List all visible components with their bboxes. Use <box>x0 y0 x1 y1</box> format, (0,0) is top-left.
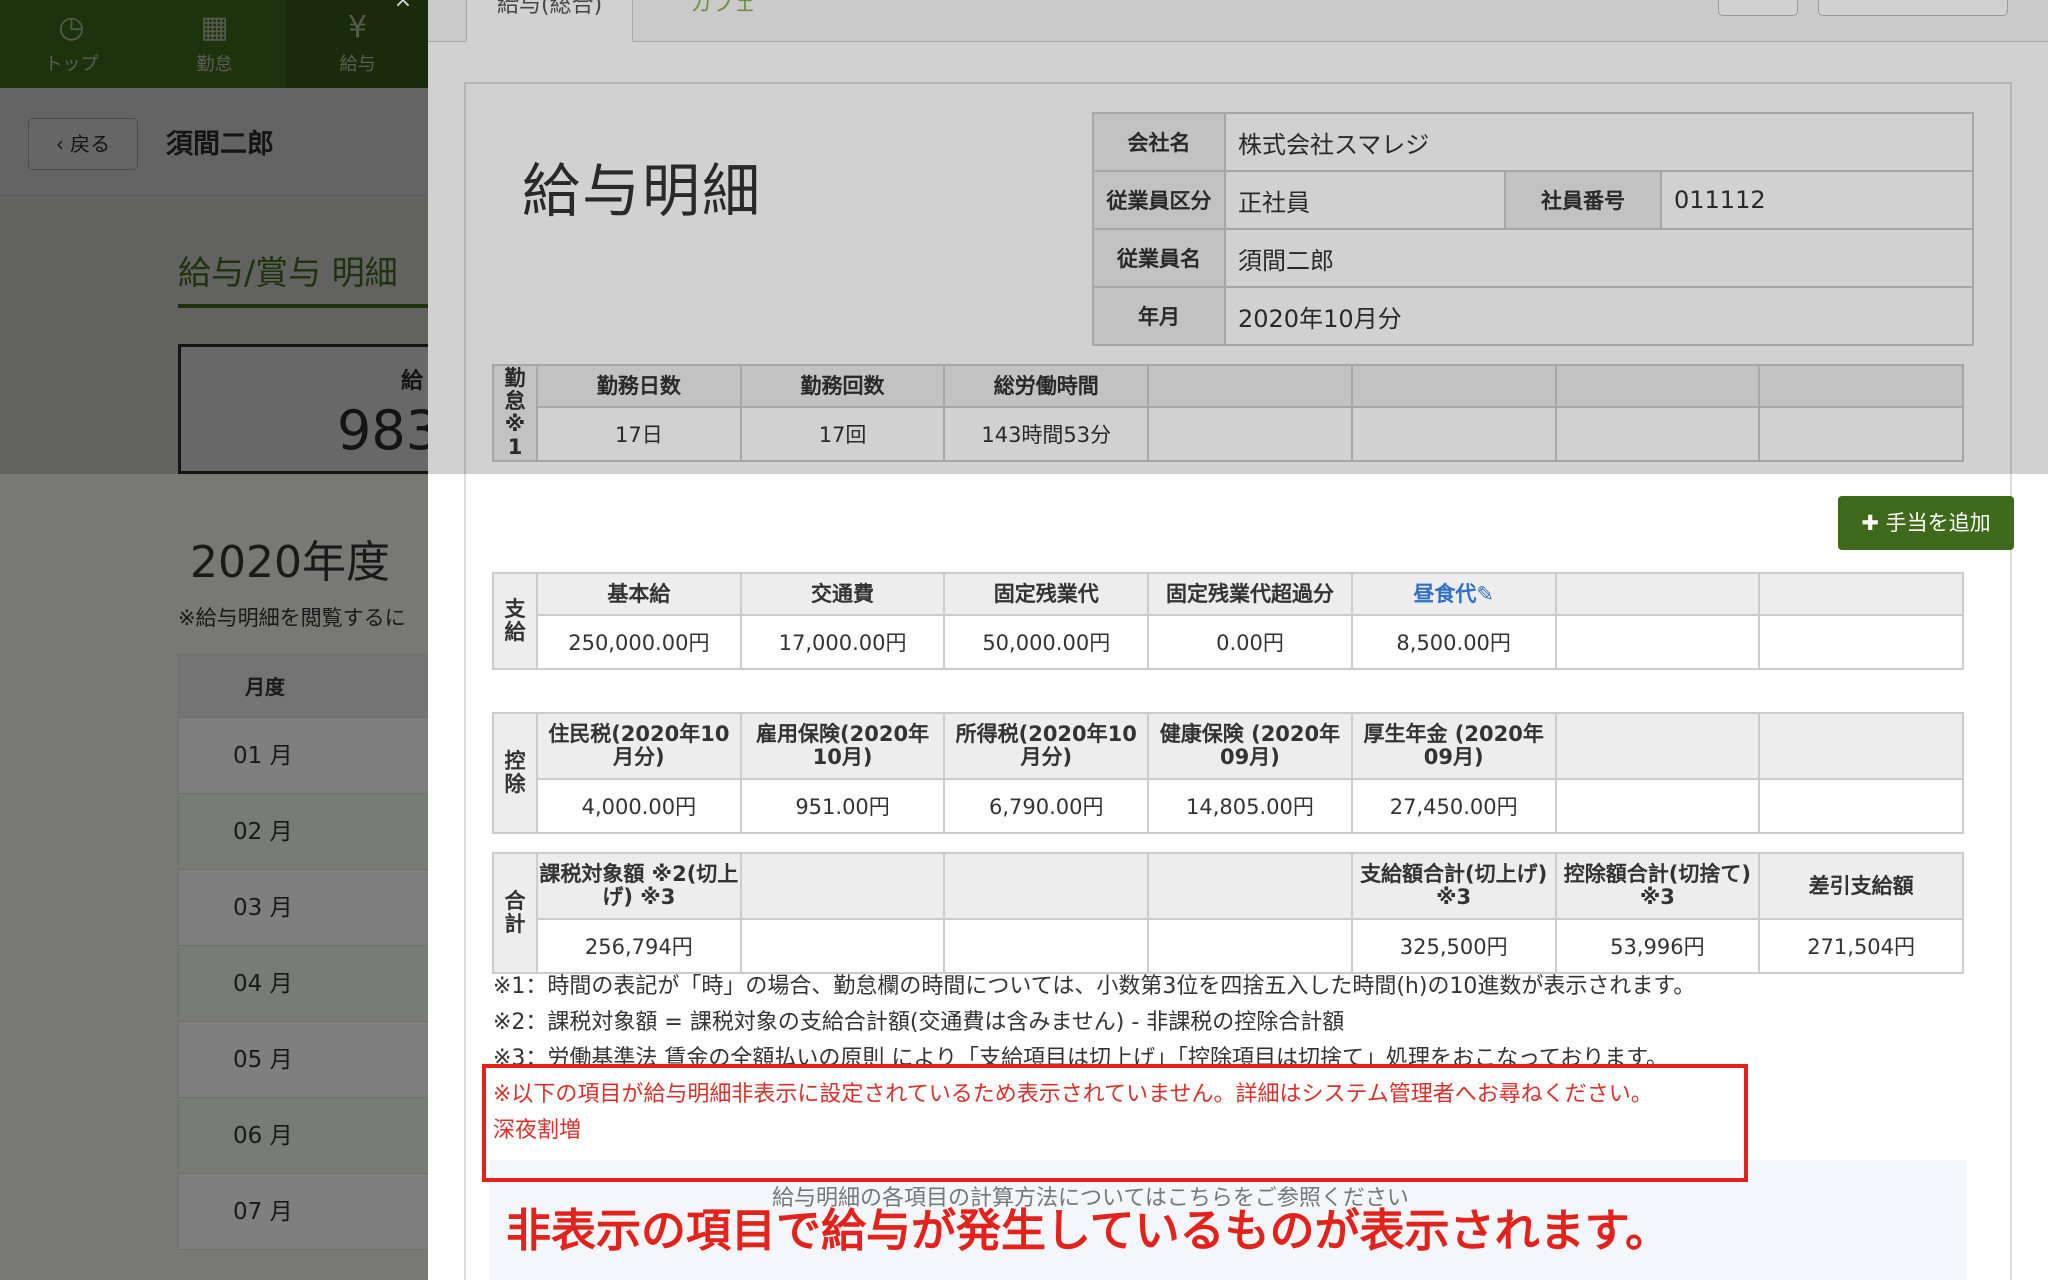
table-cell: 53,996円 <box>1554 918 1761 974</box>
table-header <box>1554 712 1761 780</box>
callout-text: 非表示の項目で給与が発生しているものが表示されます。 <box>506 1204 1671 1257</box>
table-header: 支給額合計(切上げ) ※3 <box>1350 852 1557 920</box>
table-cell: 951.00円 <box>739 778 946 834</box>
note-2: ※2：課税対象額 = 課税対象の支給合計額(交通費は含みません) - 非課税の控… <box>493 1010 1345 1035</box>
table-header: 控除額合計(切捨て) ※3 <box>1554 852 1761 920</box>
table-cell <box>1554 778 1761 834</box>
deduction-side-label: 控 除 <box>492 712 538 834</box>
table-cell: 8,500.00円 <box>1350 614 1557 670</box>
table-header: 課税対象額 ※2(切上げ) ※3 <box>536 852 742 920</box>
table-cell <box>943 918 1150 974</box>
payment-side-label: 支 給 <box>492 572 538 670</box>
table-header: 交通費 <box>739 572 946 616</box>
total-table: 合 計 課税対象額 ※2(切上げ) ※3 支給額合計(切上げ) ※3 控除額合計… <box>492 852 1964 974</box>
table-header: 固定残業代超過分 <box>1147 572 1353 616</box>
table-header <box>1554 572 1761 616</box>
table-header: 雇用保険(2020年10月) <box>739 712 946 780</box>
table-cell <box>739 918 946 974</box>
pencil-icon: ✎ <box>1476 581 1494 606</box>
table-cell: 4,000.00円 <box>536 778 742 834</box>
table-header: 健康保険 (2020年09月) <box>1147 712 1353 780</box>
table-cell: 271,504円 <box>1758 918 1964 974</box>
table-cell <box>1758 614 1964 670</box>
table-cell: 0.00円 <box>1147 614 1353 670</box>
table-header: 厚生年金 (2020年09月) <box>1350 712 1557 780</box>
table-cell: 325,500円 <box>1350 918 1557 974</box>
table-cell <box>1554 614 1761 670</box>
table-header <box>1758 712 1964 780</box>
table-cell: 17,000.00円 <box>739 614 946 670</box>
table-header: 差引支給額 <box>1758 852 1964 920</box>
table-header: 住民税(2020年10月分) <box>536 712 742 780</box>
table-cell: 6,790.00円 <box>943 778 1150 834</box>
add-allowance-button[interactable]: ✚ 手当を追加 <box>1838 496 2014 550</box>
table-header <box>1758 572 1964 616</box>
table-cell <box>1147 918 1353 974</box>
table-cell: 250,000.00円 <box>536 614 742 670</box>
highlight-box <box>482 1064 1748 1182</box>
table-cell: 27,450.00円 <box>1350 778 1557 834</box>
table-cell: 50,000.00円 <box>943 614 1150 670</box>
table-header <box>739 852 946 920</box>
deduction-table: 控 除 住民税(2020年10月分) 雇用保険(2020年10月) 所得税(20… <box>492 712 1964 834</box>
note-1: ※1：時間の表記が「時」の場合、勤怠欄の時間については、小数第3位を四捨五入した… <box>493 974 1696 999</box>
table-header <box>1147 852 1353 920</box>
plus-icon: ✚ <box>1861 511 1879 535</box>
screen: { "nav": {"items": [{"label": "トップ", "ic… <box>0 0 2048 1280</box>
table-cell: 256,794円 <box>536 918 742 974</box>
table-header <box>943 852 1150 920</box>
table-header: 固定残業代 <box>943 572 1150 616</box>
table-header: 基本給 <box>536 572 742 616</box>
table-cell <box>1758 778 1964 834</box>
table-cell: 14,805.00円 <box>1147 778 1353 834</box>
payment-table: 支 給 基本給 交通費 固定残業代 固定残業代超過分 昼食代✎ 250,000.… <box>492 572 1964 670</box>
table-header: 所得税(2020年10月分) <box>943 712 1150 780</box>
screenshot-dim-band <box>0 0 2048 474</box>
total-side-label: 合 計 <box>492 852 538 974</box>
lunch-allowance-link[interactable]: 昼食代✎ <box>1350 572 1557 616</box>
